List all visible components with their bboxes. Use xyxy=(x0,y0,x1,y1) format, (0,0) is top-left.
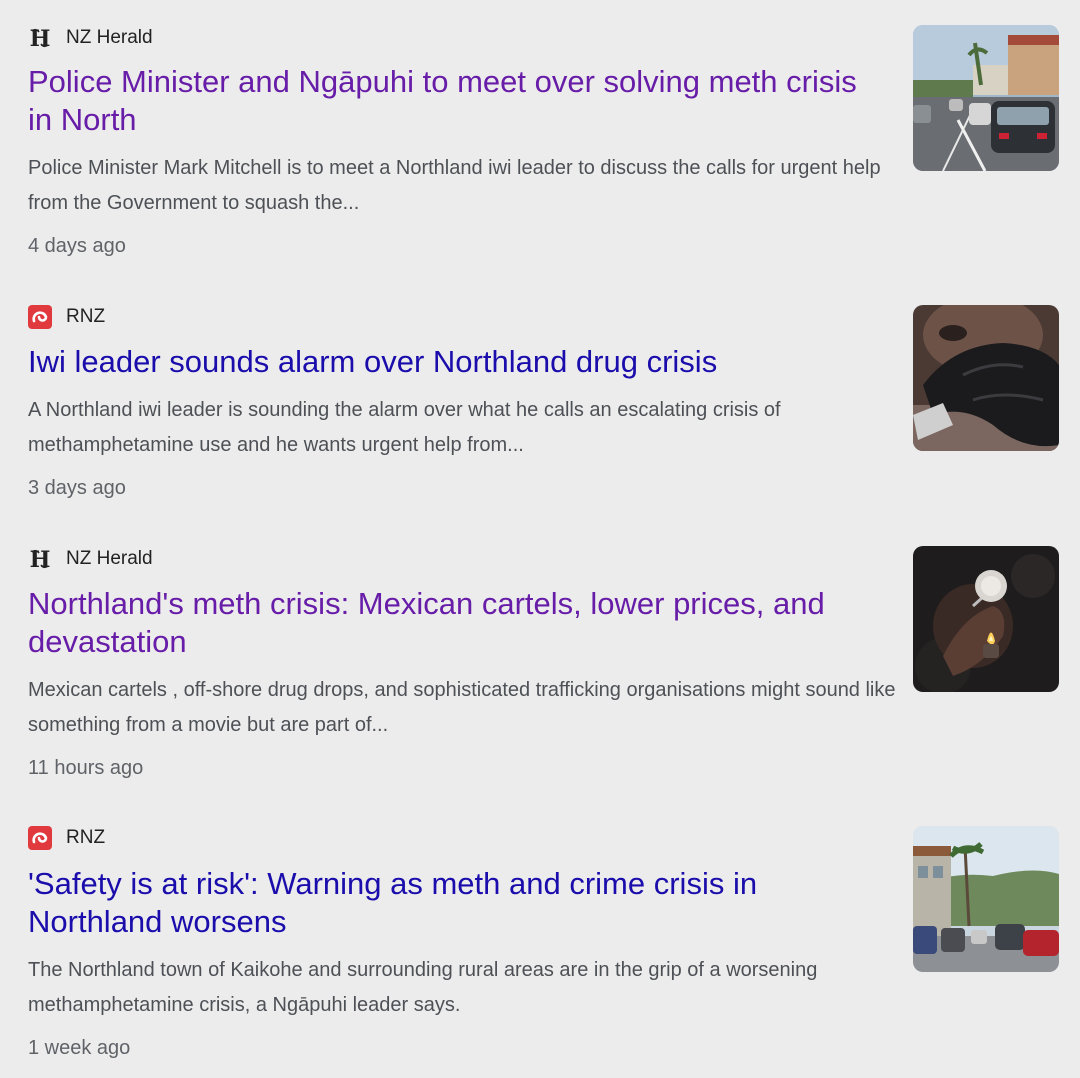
article-thumbnail-street-traffic[interactable] xyxy=(913,25,1059,171)
article-snippet: Mexican cartels , off-shore drug drops, … xyxy=(28,679,896,736)
article-source-name: RNZ xyxy=(66,827,106,848)
news-results-feed: H NZ Herald Police Minister and Ngāpuhi … xyxy=(0,0,1080,1078)
nz-herald-logo-icon: H xyxy=(28,26,52,50)
article-timestamp: 4 days ago xyxy=(28,235,126,257)
article-source-name: NZ Herald xyxy=(66,27,153,48)
article-thumbnail-lighter-pipe[interactable] xyxy=(913,546,1059,692)
article-source[interactable]: RNZ xyxy=(28,304,105,330)
rnz-logo-icon xyxy=(28,826,52,850)
article-source[interactable]: RNZ xyxy=(28,825,105,851)
article-timestamp: 11 hours ago xyxy=(28,757,144,779)
article-source-name: NZ Herald xyxy=(66,548,153,569)
article-snippet: Police Minister Mark Mitchell is to meet… xyxy=(28,157,881,214)
article-headline-link[interactable]: Police Minister and Ngāpuhi to meet over… xyxy=(28,63,888,139)
article-snippet: A Northland iwi leader is sounding the a… xyxy=(28,399,781,456)
article-headline-link[interactable]: Northland's meth crisis: Mexican cartels… xyxy=(28,585,888,661)
article-headline-link[interactable]: Iwi leader sounds alarm over Northland d… xyxy=(28,343,888,381)
nz-herald-logo-icon: H xyxy=(28,547,52,571)
article-source[interactable]: H NZ Herald xyxy=(28,25,153,51)
article-timestamp: 3 days ago xyxy=(28,477,126,499)
article-source-name: RNZ xyxy=(66,306,106,327)
article-snippet: The Northland town of Kaikohe and surrou… xyxy=(28,959,818,1016)
rnz-logo-icon xyxy=(28,305,52,329)
article-headline-link[interactable]: 'Safety is at risk': Warning as meth and… xyxy=(28,865,888,941)
article-thumbnail-gloved-hand[interactable] xyxy=(913,305,1059,451)
article-source[interactable]: H NZ Herald xyxy=(28,546,153,572)
article-thumbnail-town-street[interactable] xyxy=(913,826,1059,972)
article-timestamp: 1 week ago xyxy=(28,1037,131,1059)
